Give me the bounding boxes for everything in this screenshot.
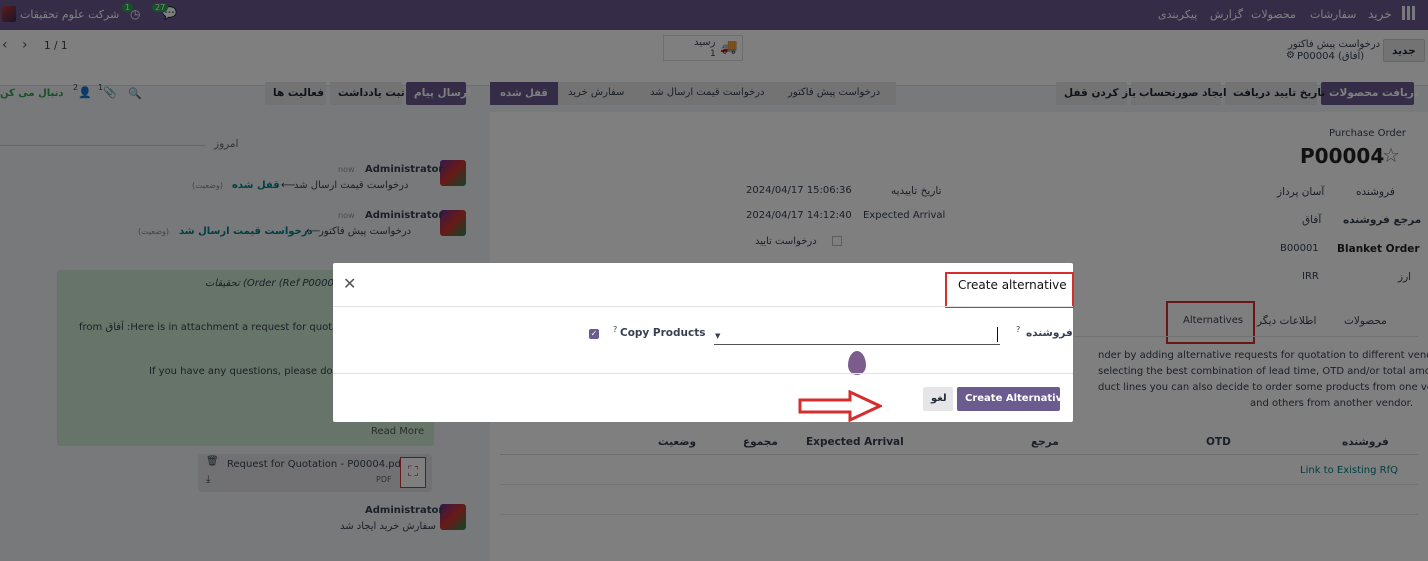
loading-droplet-icon	[848, 351, 866, 375]
help-icon: ?	[1016, 325, 1021, 334]
annotation-arrow-icon	[798, 390, 882, 422]
copy-products-checkbox[interactable]: ✓	[589, 329, 599, 339]
cancel-button[interactable]: لغو	[923, 387, 953, 411]
copy-products-label: Copy Products	[620, 327, 706, 339]
text-cursor	[997, 327, 998, 342]
help-icon: ?	[613, 325, 618, 334]
create-alternative-button[interactable]: Create Alternative	[957, 387, 1069, 411]
vendor-field-label: فروشنده	[1026, 327, 1073, 339]
close-icon[interactable]: ✕	[343, 274, 356, 293]
vendor-input[interactable]	[714, 327, 1000, 345]
header-divider	[333, 306, 1073, 307]
create-alternative-dialog: Create alternative ✕ فروشنده ? ▼ Copy Pr…	[333, 263, 1074, 422]
dropdown-caret-icon[interactable]: ▼	[715, 332, 720, 340]
dialog-title: Create alternative	[958, 278, 1067, 292]
footer-divider	[333, 373, 1073, 374]
